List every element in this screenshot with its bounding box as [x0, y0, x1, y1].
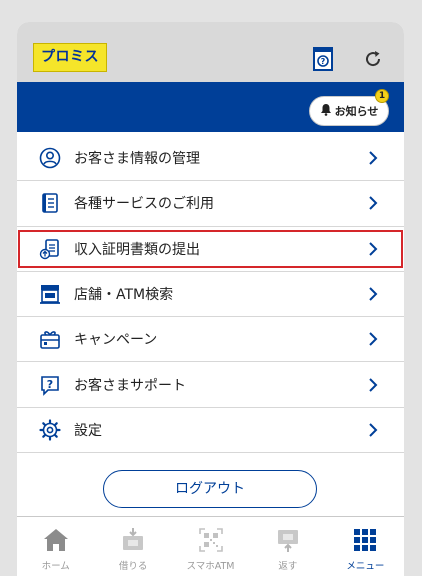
tab-label: 借りる — [118, 561, 148, 572]
bell-icon — [320, 103, 332, 119]
menu-item-label: 各種サービスのご利用 — [74, 196, 214, 213]
gift-icon — [39, 328, 61, 350]
menu-list: お客さま情報の管理 各種サービスのご利用 収入証明書類の提出 店舗・ATM検索 … — [17, 136, 404, 454]
tab-label: スマホATM — [186, 561, 235, 572]
chevron-right-icon — [369, 377, 378, 392]
tab-label: メニュー — [346, 561, 385, 572]
menu-item-label: 収入証明書類の提出 — [74, 241, 200, 258]
grid-menu-icon — [351, 527, 379, 553]
refresh-icon[interactable] — [361, 47, 385, 71]
top-header: プロミス ? — [17, 22, 404, 82]
menu-item-customer-support[interactable]: ? お客さまサポート — [17, 362, 404, 408]
chevron-right-icon — [369, 242, 378, 256]
qr-code-icon — [197, 527, 225, 553]
menu-item-label: 設定 — [74, 422, 102, 439]
menu-item-campaign[interactable]: キャンペーン — [17, 317, 404, 363]
repay-icon — [274, 527, 302, 553]
app-screen: プロミス ? お知らせ 1 お客さま情報の管理 各種サービスのご利用 収入証明書… — [17, 22, 404, 576]
menu-item-label: お客さま情報の管理 — [74, 151, 200, 168]
document-list-icon — [39, 192, 61, 214]
tab-borrow[interactable]: 借りる — [94, 517, 171, 576]
chevron-right-icon — [369, 423, 378, 437]
store-icon — [39, 283, 61, 305]
menu-item-label: キャンペーン — [74, 332, 158, 349]
upload-document-icon — [39, 238, 61, 260]
promise-logo[interactable]: プロミス — [33, 43, 107, 72]
notice-badge: 1 — [375, 89, 389, 103]
chevron-right-icon — [369, 151, 378, 165]
tab-home[interactable]: ホーム — [17, 517, 94, 576]
menu-item-settings[interactable]: 設定 — [17, 408, 404, 454]
menu-item-income-proof[interactable]: 収入証明書類の提出 — [17, 227, 404, 272]
chevron-right-icon — [369, 196, 378, 211]
tab-label: 返す — [278, 561, 298, 572]
tab-repay[interactable]: 返す — [249, 517, 326, 576]
header-blue-bar: お知らせ 1 — [17, 82, 404, 132]
chevron-right-icon — [369, 287, 378, 301]
svg-text:?: ? — [321, 57, 326, 66]
tab-menu[interactable]: メニュー — [327, 517, 404, 576]
menu-item-store-atm-search[interactable]: 店舗・ATM検索 — [17, 272, 404, 318]
tab-smartphone-atm[interactable]: スマホATM — [172, 517, 249, 576]
menu-item-label: 店舗・ATM検索 — [74, 287, 174, 304]
menu-item-label: お客さまサポート — [74, 377, 186, 394]
borrow-icon — [119, 527, 147, 553]
svg-text:?: ? — [47, 378, 53, 391]
menu-item-customer-info[interactable]: お客さま情報の管理 — [17, 136, 404, 182]
notice-label: お知らせ — [334, 105, 379, 118]
gear-icon — [39, 419, 61, 441]
bottom-tab-bar: ホーム 借りる スマホATM 返す メニュー — [17, 516, 404, 576]
home-icon — [42, 527, 70, 553]
chevron-right-icon — [369, 332, 378, 347]
guide-book-icon[interactable]: ? — [311, 47, 335, 71]
menu-item-services[interactable]: 各種サービスのご利用 — [17, 181, 404, 227]
help-chat-icon: ? — [39, 374, 61, 396]
tab-label: ホーム — [41, 561, 70, 572]
logout-button[interactable]: ログアウト — [103, 470, 317, 508]
user-circle-icon — [39, 147, 61, 169]
